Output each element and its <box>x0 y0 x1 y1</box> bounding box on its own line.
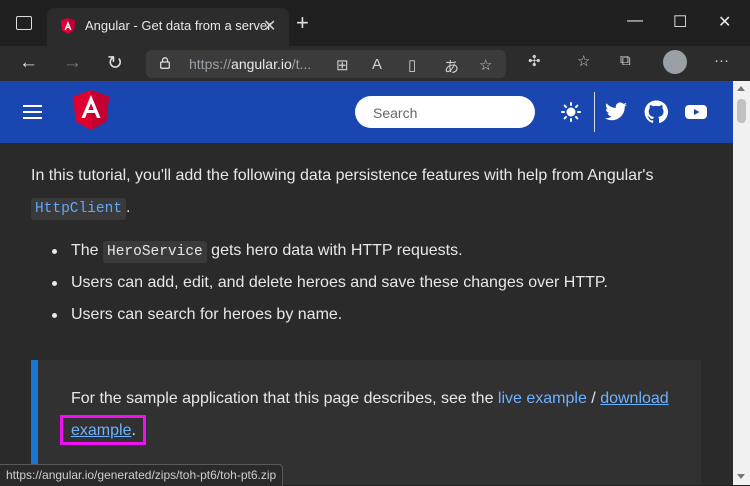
list-item: The HeroService gets hero data with HTTP… <box>71 241 463 263</box>
search-input[interactable] <box>371 104 525 122</box>
refresh-icon[interactable]: ↻ <box>107 52 123 75</box>
page-content: In this tutorial, you'll add the followi… <box>0 81 733 485</box>
close-tab-icon[interactable]: ✕ <box>263 16 276 36</box>
youtube-icon[interactable] <box>684 100 708 124</box>
close-window-icon[interactable]: ✕ <box>718 12 731 32</box>
bullet-marker <box>52 249 57 254</box>
profile-avatar[interactable] <box>663 50 687 74</box>
scroll-down-icon[interactable] <box>737 474 745 479</box>
httpclient-code-link[interactable]: HttpClient <box>31 198 127 220</box>
bullet-marker <box>52 281 57 286</box>
github-icon[interactable] <box>644 100 668 124</box>
browser-tab[interactable]: Angular - Get data from a server ✕ <box>47 8 289 46</box>
extensions-icon[interactable]: ✣ <box>528 52 541 70</box>
tab-actions-icon[interactable] <box>16 16 32 30</box>
url-text: https://angular.io/t... <box>189 56 312 72</box>
live-example-link[interactable]: live example <box>498 390 587 407</box>
favorites-icon[interactable]: ☆ <box>577 52 590 70</box>
site-top-bar <box>0 81 733 143</box>
twitter-icon[interactable] <box>604 100 628 124</box>
toolbar-divider <box>594 92 595 132</box>
new-tab-icon[interactable]: + <box>296 12 309 34</box>
heroservice-code: HeroService <box>103 241 207 263</box>
forward-icon[interactable]: → <box>63 52 82 74</box>
intro-paragraph-line-2: HttpClient. <box>31 198 130 220</box>
scroll-up-icon[interactable] <box>737 86 745 91</box>
download-example-link[interactable]: download <box>600 390 669 407</box>
list-item: Users can add, edit, and delete heroes a… <box>71 274 608 291</box>
apps-icon[interactable]: ⊞ <box>336 56 349 74</box>
translate-icon[interactable]: あ <box>444 56 459 77</box>
note-text: For the sample application that this pag… <box>71 390 669 407</box>
add-favorite-icon[interactable]: ☆ <box>479 56 492 74</box>
collections-icon[interactable]: ⧉ <box>620 52 631 69</box>
back-icon[interactable]: ← <box>19 52 38 74</box>
highlight-box <box>60 415 146 445</box>
toolbar: ← → ↻ https://angular.io/t... ⊞ A ▯ あ ☆ … <box>0 46 750 81</box>
more-menu-icon[interactable]: ··· <box>714 52 729 69</box>
minimize-icon[interactable]: — <box>627 12 643 30</box>
intro-paragraph: In this tutorial, you'll add the followi… <box>31 167 654 184</box>
status-bar: https://angular.io/generated/zips/toh-pt… <box>0 464 284 486</box>
maximize-icon[interactable]: ☐ <box>673 12 687 32</box>
angular-favicon-icon <box>61 18 75 34</box>
scroll-thumb[interactable] <box>737 99 746 123</box>
read-aloud-icon[interactable]: A <box>372 56 382 73</box>
lock-icon[interactable] <box>160 57 170 69</box>
search-box[interactable] <box>355 96 535 128</box>
status-url: https://angular.io/generated/zips/toh-pt… <box>6 468 277 482</box>
address-bar[interactable]: https://angular.io/t... ⊞ A ▯ あ ☆ <box>146 50 506 78</box>
hamburger-menu-icon[interactable] <box>23 105 42 119</box>
title-bar: Angular - Get data from a server ✕ + — ☐… <box>0 0 750 46</box>
page-scrollbar[interactable] <box>733 81 750 485</box>
angular-logo-icon[interactable] <box>73 90 109 130</box>
bullet-marker <box>52 313 57 318</box>
list-item: Users can search for heroes by name. <box>71 306 343 323</box>
reader-view-icon[interactable]: ▯ <box>408 56 416 74</box>
tab-title: Angular - Get data from a server <box>85 18 272 33</box>
theme-toggle-icon[interactable] <box>561 102 581 122</box>
